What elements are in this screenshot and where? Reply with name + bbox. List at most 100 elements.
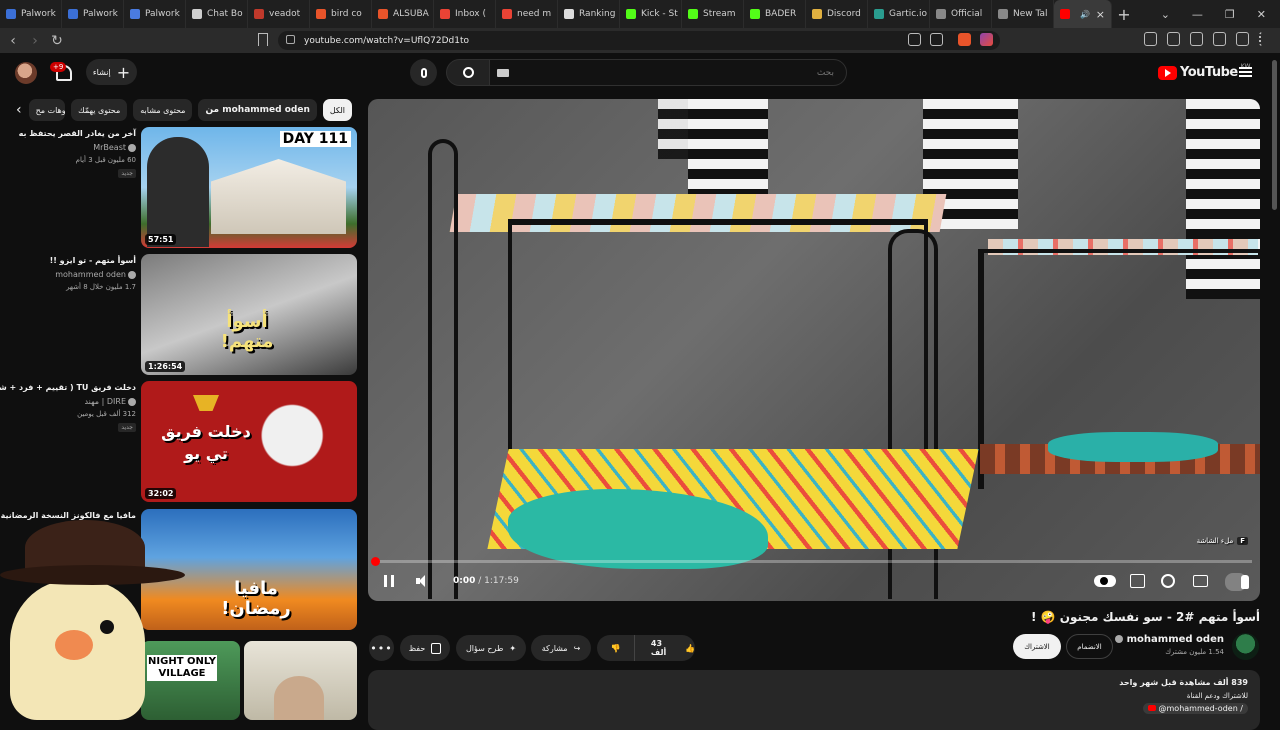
channel-name[interactable]: mohammed oden (55, 270, 136, 279)
browser-tab[interactable]: Kick - St (620, 0, 682, 28)
logo-text: YouTube (1180, 65, 1238, 80)
search-button[interactable] (446, 59, 490, 86)
create-button[interactable]: إنشاء + (86, 59, 137, 85)
browser-tab[interactable]: Gartic.io (868, 0, 930, 28)
recommendation-item[interactable]: أسوأ متهم! 1:26:54 أسوأ متهم - تو ايزو !… (0, 254, 360, 376)
keyboard-icon[interactable] (497, 69, 509, 77)
browser-tab[interactable]: Palwork (62, 0, 124, 28)
new-tab-button[interactable]: + (1112, 5, 1136, 24)
video-thumbnail[interactable]: دخلت فريق تي يو (141, 381, 357, 502)
recommendation-item[interactable]: DAY 111 57:51 آخر من يغادر القصر يحتفظ ب… (0, 127, 360, 249)
subscribe-button[interactable]: الاشتراك (1013, 634, 1061, 659)
browser-tab[interactable]: ALSUBA (372, 0, 434, 28)
plus-icon: + (116, 62, 131, 82)
browser-tab[interactable]: Inbox ( (434, 0, 496, 28)
share-button[interactable]: مشاركة ↪ (531, 635, 591, 661)
browser-tab[interactable]: Discord (806, 0, 868, 28)
progress-bar[interactable] (376, 560, 1252, 563)
vpn-icon[interactable] (1236, 32, 1249, 46)
chips-back-arrow-icon[interactable]: ‹ (16, 102, 29, 118)
description-box[interactable]: 839 ألف مشاهدة قبل شهر واحد للاشتراك ودع… (368, 670, 1260, 730)
person-figure (147, 137, 209, 247)
pause-button[interactable] (384, 575, 394, 587)
ask-button[interactable]: طرح سؤال ✦ (456, 635, 526, 661)
browser-tab[interactable]: Official (930, 0, 992, 28)
close-tab-icon[interactable]: × (1096, 8, 1105, 21)
browser-tab[interactable]: need m (496, 0, 558, 28)
video-player[interactable]: ملء الشاشة F 0:00 / 1:17:59 (368, 99, 1260, 601)
scrubber-handle[interactable] (371, 557, 380, 566)
account-avatar[interactable] (15, 62, 37, 84)
forward-button[interactable]: › (26, 33, 44, 49)
video-thumbnail[interactable]: DAY 111 (141, 127, 357, 248)
video-duration: 32:02 (145, 488, 177, 499)
tab-favicon-icon (564, 9, 574, 19)
verified-icon (128, 143, 136, 152)
cast-icon[interactable] (930, 33, 943, 46)
brave-rewards-icon[interactable] (980, 33, 993, 46)
captions-icon[interactable] (1130, 574, 1145, 588)
maximize-button[interactable]: ❐ (1225, 8, 1235, 21)
video-title[interactable]: دخلت فريق TU ( تقييم + فرد + شحنه ) (0, 383, 136, 392)
share-icon: ↪ (573, 643, 581, 653)
back-button[interactable]: ‹ (4, 33, 22, 49)
chip-related-videos[interactable]: فيديوهات مح (28, 99, 66, 121)
site-info-icon[interactable] (286, 35, 295, 44)
time-display: 0:00 / 1:17:59 (453, 576, 519, 586)
leo-icon[interactable] (1213, 32, 1226, 46)
minimize-button[interactable]: — (1192, 8, 1203, 21)
wallet-icon[interactable] (1190, 32, 1203, 46)
recommendation-item[interactable]: دخلت فريق تي يو 32:02 دخلت فريق TU ( تقي… (0, 381, 360, 503)
close-window-button[interactable]: ✕ (1257, 8, 1266, 21)
dislike-button[interactable]: 👎 (597, 635, 635, 661)
chip-from-channel[interactable]: من mohammed oden (198, 99, 317, 121)
join-button[interactable]: الانضمام (1066, 634, 1113, 659)
voice-search-button[interactable] (410, 59, 437, 86)
channel-name[interactable]: mohammed oden (1113, 634, 1224, 645)
chip-similar[interactable]: محتوى مشابه (133, 99, 193, 121)
video-title[interactable]: آخر من يغادر القصر يحتفظ به (19, 129, 136, 138)
mansion-graphic (211, 159, 346, 234)
video-thumbnail[interactable] (244, 641, 357, 720)
brave-shield-icon[interactable] (958, 33, 971, 46)
tab-active[interactable]: 🔊 × (1054, 0, 1112, 28)
chip-all[interactable]: الكل (322, 99, 352, 121)
browser-tab[interactable]: Stream (682, 0, 744, 28)
media-icon[interactable] (1144, 32, 1157, 46)
sidebar-icon[interactable] (1167, 32, 1180, 46)
more-actions-button[interactable]: ••• (369, 635, 394, 661)
channel-avatar[interactable] (1232, 633, 1259, 660)
browser-tab[interactable]: BADER (744, 0, 806, 28)
save-button[interactable]: حفظ (400, 635, 450, 661)
like-button[interactable]: 43 ألف 👍 (641, 639, 695, 657)
browser-tab[interactable]: bird co (310, 0, 372, 28)
channel-handle-link[interactable]: @mohammed-oden / (1142, 703, 1248, 714)
youtube-logo[interactable]: YouTube KW (1158, 63, 1250, 80)
browser-tab[interactable]: Chat Bo (186, 0, 248, 28)
browser-tab[interactable]: New Tal (992, 0, 1054, 28)
settings-gear-icon[interactable] (1161, 574, 1175, 588)
autoplay-toggle[interactable] (1094, 575, 1116, 587)
reload-button[interactable]: ↻ (48, 33, 66, 49)
theater-mode-icon[interactable] (1193, 575, 1208, 587)
chip-for-you[interactable]: محتوى يهمّك (71, 99, 128, 121)
menu-icon[interactable] (1259, 32, 1272, 46)
page-scrollbar[interactable] (1272, 60, 1277, 210)
channel-name[interactable]: MrBeast (93, 143, 136, 152)
video-thumbnail[interactable]: أسوأ متهم! (141, 254, 357, 375)
new-badge: جديد (118, 169, 136, 178)
browser-tab[interactable]: Palwork (0, 0, 62, 28)
search-input[interactable] (489, 59, 847, 86)
browser-tab[interactable]: Palwork (124, 0, 186, 28)
channel-name[interactable]: مهند | DIRE (84, 397, 136, 406)
browser-tab[interactable]: veadot (248, 0, 310, 28)
volume-icon[interactable] (416, 574, 430, 588)
translate-icon[interactable] (908, 33, 921, 46)
video-title[interactable]: مافيا مع فالكونز النسخة الرمضانية 🌙 (0, 511, 136, 520)
bookmark-icon[interactable] (258, 33, 268, 46)
url-bar[interactable]: youtube.com/watch?v=UflQ72Dd1to (278, 31, 1000, 50)
guide-menu-icon[interactable] (1239, 67, 1252, 77)
video-title[interactable]: أسوأ متهم - تو ايزو !! (50, 256, 136, 265)
browser-tab[interactable]: Ranking (558, 0, 620, 28)
tab-search-button[interactable]: ⌄ (1161, 8, 1170, 21)
